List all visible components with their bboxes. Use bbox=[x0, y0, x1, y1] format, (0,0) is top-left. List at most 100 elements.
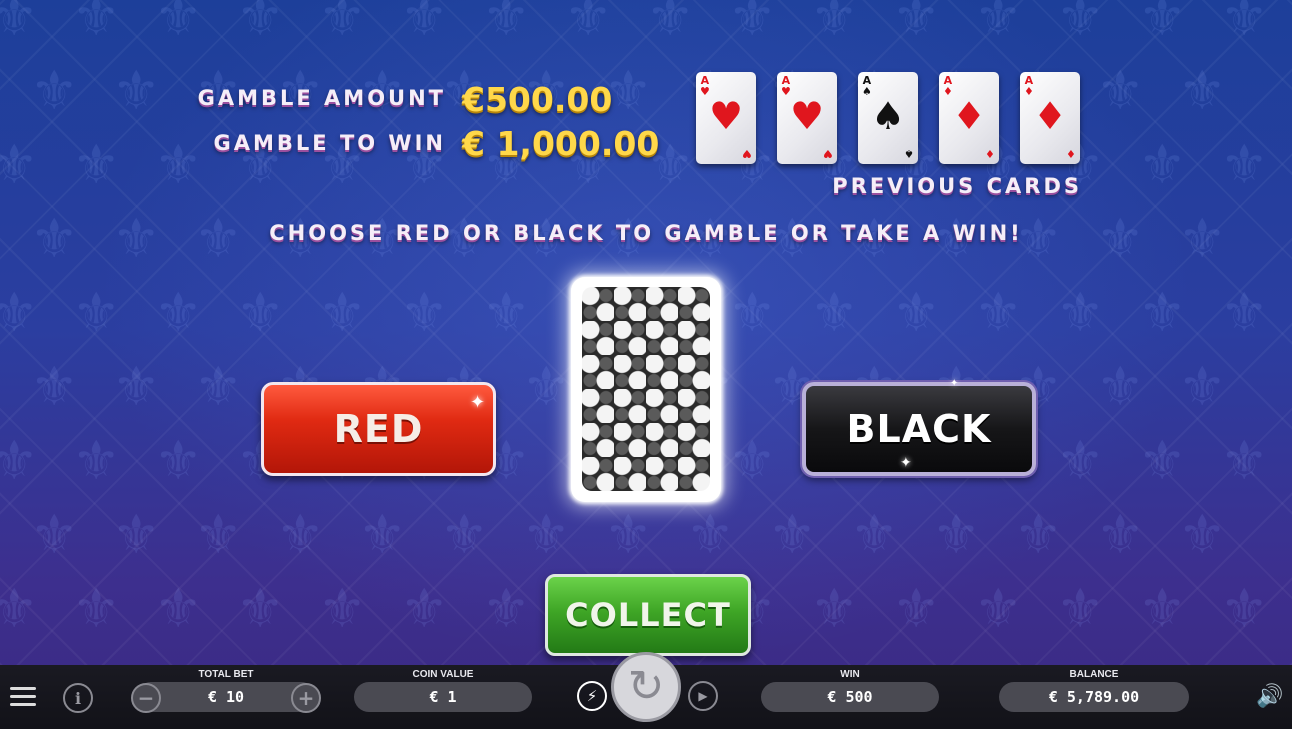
total-bet-label: TOTAL BET bbox=[198, 669, 254, 680]
sparkle-icon: ✦ bbox=[900, 455, 912, 471]
fleur-de-lis-icon: ⚜ bbox=[974, 0, 1023, 48]
fleur-de-lis-icon: ⚜ bbox=[72, 0, 121, 48]
fleur-de-lis-icon: ⚜ bbox=[318, 281, 367, 344]
fleur-de-lis-icon: ⚜ bbox=[482, 577, 531, 640]
fleur-de-lis-icon: ⚜ bbox=[974, 577, 1023, 640]
lightning-icon[interactable]: ⚡ bbox=[577, 681, 607, 711]
fleur-de-lis-icon: ⚜ bbox=[400, 577, 449, 640]
fleur-de-lis-icon: ⚜ bbox=[0, 429, 39, 492]
fleur-de-lis-icon: ⚜ bbox=[974, 281, 1023, 344]
card-suit-small-icon: ♥ bbox=[823, 147, 833, 160]
card-back-pattern bbox=[582, 287, 710, 491]
fleur-de-lis-icon: ⚜ bbox=[236, 577, 285, 640]
fleur-de-lis-icon: ⚜ bbox=[0, 281, 39, 344]
fleur-de-lis-icon: ⚜ bbox=[1138, 133, 1187, 196]
gamble-amount-value: €500.00 bbox=[462, 80, 613, 119]
plus-icon[interactable]: + bbox=[291, 683, 321, 713]
gamble-to-win-value: € 1,000.00 bbox=[462, 124, 660, 163]
fleur-de-lis-icon: ⚜ bbox=[1096, 207, 1145, 270]
fleur-de-lis-icon: ⚜ bbox=[318, 577, 367, 640]
previous-cards-label: PREVIOUS CARDS bbox=[832, 174, 1082, 198]
win-label: WIN bbox=[840, 669, 860, 680]
black-button[interactable]: BLACK bbox=[802, 382, 1036, 476]
fleur-de-lis-icon: ⚜ bbox=[522, 503, 571, 566]
spin-button[interactable]: ↻ bbox=[611, 652, 681, 722]
fleur-de-lis-icon: ⚜ bbox=[1056, 281, 1105, 344]
fleur-de-lis-icon: ⚜ bbox=[72, 429, 121, 492]
menu-icon[interactable] bbox=[10, 687, 36, 706]
total-bet-value: € 10 bbox=[207, 688, 245, 706]
fleur-de-lis-icon: ⚜ bbox=[728, 429, 777, 492]
balance-value: € 5,789.00 bbox=[1048, 688, 1140, 706]
collect-button[interactable]: COLLECT bbox=[545, 574, 751, 656]
fleur-de-lis-icon: ⚜ bbox=[1096, 59, 1145, 122]
gamble-amount-label: GAMBLE AMOUNT bbox=[197, 86, 446, 110]
fleur-de-lis-icon: ⚜ bbox=[194, 355, 243, 418]
coin-value-label: COIN VALUE bbox=[412, 669, 474, 680]
fleur-de-lis-icon: ⚜ bbox=[194, 503, 243, 566]
fleur-de-lis-icon: ⚜ bbox=[810, 577, 859, 640]
fleur-de-lis-icon: ⚜ bbox=[1138, 577, 1187, 640]
coin-value-value: € 1 bbox=[429, 688, 457, 706]
fleur-de-lis-icon: ⚜ bbox=[112, 355, 161, 418]
fleur-de-lis-icon: ⚜ bbox=[1178, 503, 1227, 566]
sparkle-icon: ✦ bbox=[470, 392, 486, 413]
autoplay-icon[interactable]: ▶ bbox=[688, 681, 718, 711]
info-icon[interactable]: i bbox=[63, 683, 93, 713]
coin-value-field[interactable]: € 1 bbox=[354, 682, 532, 712]
fleur-de-lis-icon: ⚜ bbox=[154, 0, 203, 48]
fleur-de-lis-icon: ⚜ bbox=[892, 0, 941, 48]
minus-icon[interactable]: − bbox=[131, 683, 161, 713]
card-suit-icon: ♥ bbox=[789, 94, 825, 138]
fleur-de-lis-icon: ⚜ bbox=[604, 503, 653, 566]
fleur-de-lis-icon: ⚜ bbox=[236, 281, 285, 344]
red-button-label: RED bbox=[333, 407, 424, 451]
fleur-de-lis-icon: ⚜ bbox=[686, 503, 735, 566]
fleur-de-lis-icon: ⚜ bbox=[564, 0, 613, 48]
fleur-de-lis-icon: ⚜ bbox=[0, 0, 39, 48]
speaker-icon[interactable]: 🔊 bbox=[1256, 684, 1283, 709]
fleur-de-lis-icon: ⚜ bbox=[276, 503, 325, 566]
fleur-de-lis-icon: ⚜ bbox=[154, 429, 203, 492]
fleur-de-lis-icon: ⚜ bbox=[1056, 429, 1105, 492]
fleur-de-lis-icon: ⚜ bbox=[768, 503, 817, 566]
previous-card: A ♥ ♥ ♥ bbox=[696, 72, 756, 164]
spin-icon: ↻ bbox=[627, 661, 665, 712]
card-suit-icon: ♦ bbox=[951, 94, 987, 138]
sparkle-icon: ✦ bbox=[950, 378, 959, 389]
fleur-de-lis-icon: ⚜ bbox=[646, 0, 695, 48]
gamble-to-win-label: GAMBLE TO WIN bbox=[213, 131, 446, 155]
fleur-de-lis-icon: ⚜ bbox=[1014, 503, 1063, 566]
fleur-de-lis-icon: ⚜ bbox=[1220, 0, 1269, 48]
fleur-de-lis-icon: ⚜ bbox=[1220, 281, 1269, 344]
fleur-de-lis-icon: ⚜ bbox=[30, 355, 79, 418]
fleur-de-lis-icon: ⚜ bbox=[1178, 355, 1227, 418]
fleur-de-lis-icon: ⚜ bbox=[1138, 0, 1187, 48]
fleur-de-lis-icon: ⚜ bbox=[1096, 355, 1145, 418]
fleur-de-lis-icon: ⚜ bbox=[892, 281, 941, 344]
win-field: € 500 bbox=[761, 682, 939, 712]
fleur-de-lis-icon: ⚜ bbox=[1056, 577, 1105, 640]
card-suit-small-icon: ♠ bbox=[904, 147, 914, 160]
card-suit-icon: ♠ bbox=[870, 94, 906, 138]
fleur-de-lis-icon: ⚜ bbox=[0, 577, 39, 640]
fleur-de-lis-icon: ⚜ bbox=[1220, 133, 1269, 196]
fleur-de-lis-icon: ⚜ bbox=[482, 281, 531, 344]
red-button[interactable]: RED bbox=[261, 382, 496, 476]
fleur-de-lis-icon: ⚜ bbox=[154, 577, 203, 640]
fleur-de-lis-icon: ⚜ bbox=[236, 0, 285, 48]
fleur-de-lis-icon: ⚜ bbox=[522, 355, 571, 418]
card-suit-small-icon: ♦ bbox=[1066, 147, 1076, 160]
fleur-de-lis-icon: ⚜ bbox=[358, 503, 407, 566]
fleur-de-lis-icon: ⚜ bbox=[112, 503, 161, 566]
fleur-de-lis-icon: ⚜ bbox=[400, 0, 449, 48]
fleur-de-lis-icon: ⚜ bbox=[154, 281, 203, 344]
face-down-card bbox=[571, 277, 721, 502]
fleur-de-lis-icon: ⚜ bbox=[318, 0, 367, 48]
fleur-de-lis-icon: ⚜ bbox=[440, 503, 489, 566]
total-bet-field: € 10 bbox=[136, 682, 316, 712]
win-value: € 500 bbox=[827, 688, 873, 706]
previous-card: A ♠ ♠ ♠ bbox=[858, 72, 918, 164]
fleur-de-lis-icon: ⚜ bbox=[892, 577, 941, 640]
fleur-de-lis-icon: ⚜ bbox=[728, 281, 777, 344]
